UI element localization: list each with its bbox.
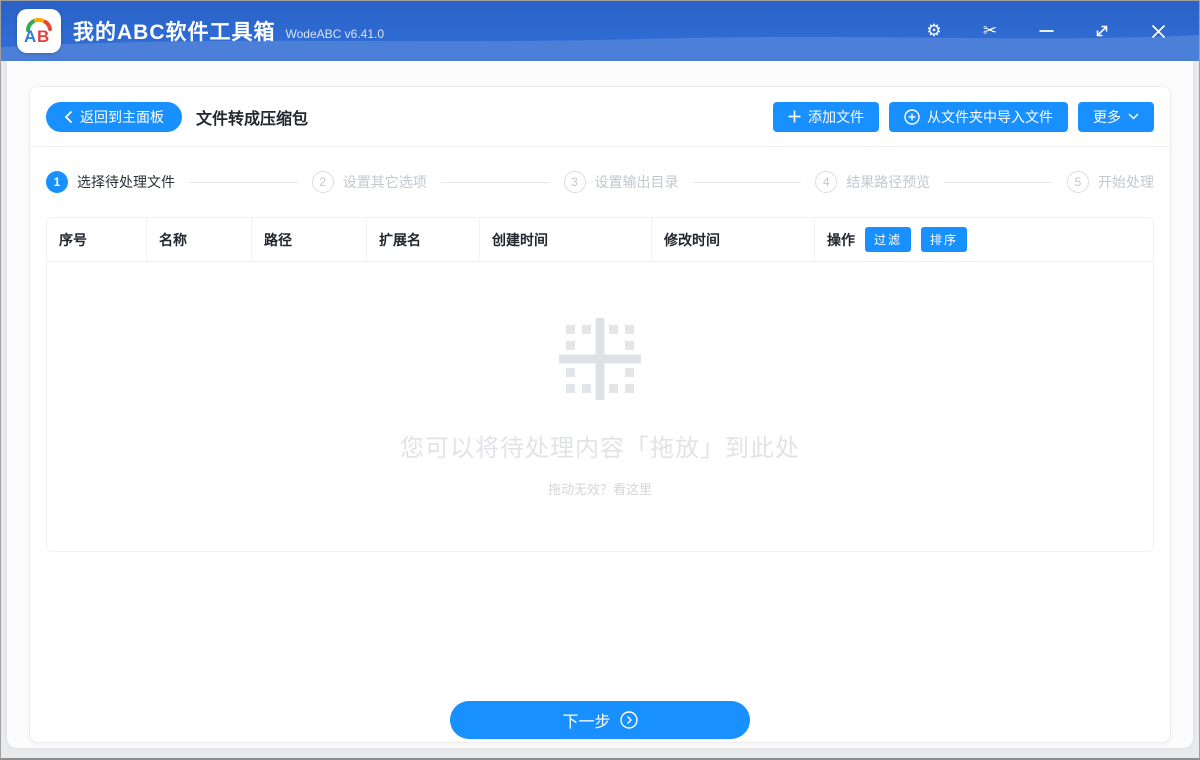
step-2-circle: 2	[312, 171, 334, 193]
step-connector	[944, 182, 1053, 183]
main-panel: 返回到主面板 文件转成压缩包 添加文件	[7, 61, 1193, 748]
step-5-label: 开始处理	[1098, 172, 1154, 192]
toolbar: 返回到主面板 文件转成压缩包 添加文件	[30, 87, 1170, 147]
more-button[interactable]: 更多	[1078, 102, 1154, 132]
plus-icon	[788, 110, 801, 123]
step-3-label: 设置输出目录	[595, 172, 679, 192]
circle-arrow-right-icon	[620, 711, 638, 729]
back-to-dashboard-button[interactable]: 返回到主面板	[46, 102, 182, 132]
step-connector	[189, 182, 298, 183]
step-connector	[693, 182, 802, 183]
app-logo: A B	[17, 9, 61, 53]
step-4-circle: 4	[815, 171, 837, 193]
column-header-path: 路径	[252, 218, 367, 261]
back-button-label: 返回到主面板	[80, 107, 164, 127]
step-4-result-preview[interactable]: 4 结果路径预览	[815, 171, 930, 193]
column-header-index: 序号	[47, 218, 147, 261]
column-header-created: 创建时间	[480, 218, 652, 261]
column-header-operations: 操作 过滤 排序	[815, 218, 1153, 261]
next-step-button[interactable]: 下一步	[450, 701, 750, 739]
step-1-label: 选择待处理文件	[77, 172, 175, 192]
drag-drop-placeholder-icon	[557, 316, 643, 402]
chevron-left-icon	[64, 110, 73, 124]
step-3-output-dir[interactable]: 3 设置输出目录	[564, 171, 679, 193]
more-label: 更多	[1093, 107, 1121, 127]
app-version: WodeABC v6.41.0	[286, 27, 385, 41]
svg-text:A: A	[24, 27, 36, 46]
column-header-name: 名称	[147, 218, 252, 261]
window-controls: ⚙ ✂	[923, 20, 1183, 42]
page-title: 文件转成压缩包	[196, 105, 308, 129]
file-table: 序号 名称 路径 扩展名 创建时间 修改时间 操作 过滤 排序	[46, 217, 1154, 552]
settings-gear-icon[interactable]: ⚙	[923, 20, 945, 42]
step-1-select-files[interactable]: 1 选择待处理文件	[46, 171, 175, 193]
add-files-label: 添加文件	[808, 107, 864, 127]
chevron-down-icon	[1128, 113, 1139, 120]
step-4-label: 结果路径预览	[846, 172, 930, 192]
app-title: 我的ABC软件工具箱	[73, 16, 276, 46]
drop-zone-text: 您可以将待处理内容「拖放」到此处	[400, 428, 800, 463]
table-header: 序号 名称 路径 扩展名 创建时间 修改时间 操作 过滤 排序	[47, 218, 1153, 262]
next-step-label: 下一步	[562, 708, 610, 732]
abc-logo-icon: A B	[21, 13, 57, 49]
close-icon[interactable]	[1147, 20, 1169, 42]
titlebar: A B 我的ABC软件工具箱 WodeABC v6.41.0 ⚙ ✂	[1, 1, 1199, 61]
step-2-options[interactable]: 2 设置其它选项	[312, 171, 427, 193]
step-5-circle: 5	[1067, 171, 1089, 193]
resize-icon[interactable]	[1091, 20, 1113, 42]
scissors-icon[interactable]: ✂	[979, 20, 1001, 42]
svg-text:B: B	[37, 27, 49, 46]
drag-help-link[interactable]: 拖动无效？看这里	[548, 479, 652, 498]
minimize-icon[interactable]	[1035, 20, 1057, 42]
operations-label: 操作	[827, 230, 855, 250]
content-card: 返回到主面板 文件转成压缩包 添加文件	[29, 86, 1171, 743]
column-header-modified: 修改时间	[652, 218, 815, 261]
footer-row: 下一步	[30, 552, 1170, 742]
step-indicator: 1 选择待处理文件 2 设置其它选项 3 设置输出目录 4 结果路径预览	[30, 147, 1170, 217]
app-window: A B 我的ABC软件工具箱 WodeABC v6.41.0 ⚙ ✂	[0, 0, 1200, 760]
sort-button[interactable]: 排序	[921, 227, 967, 252]
step-2-label: 设置其它选项	[343, 172, 427, 192]
toolbar-actions: 添加文件 从文件夹中导入文件 更多	[773, 102, 1154, 132]
import-from-folder-label: 从文件夹中导入文件	[927, 107, 1053, 127]
add-files-button[interactable]: 添加文件	[773, 102, 879, 132]
column-header-extension: 扩展名	[367, 218, 480, 261]
step-connector	[441, 182, 550, 183]
step-5-start[interactable]: 5 开始处理	[1067, 171, 1154, 193]
step-3-circle: 3	[564, 171, 586, 193]
circle-plus-icon	[904, 109, 920, 125]
filter-button[interactable]: 过滤	[865, 227, 911, 252]
drop-zone[interactable]: 您可以将待处理内容「拖放」到此处 拖动无效？看这里	[47, 262, 1153, 551]
step-1-circle: 1	[46, 171, 68, 193]
import-from-folder-button[interactable]: 从文件夹中导入文件	[889, 102, 1068, 132]
